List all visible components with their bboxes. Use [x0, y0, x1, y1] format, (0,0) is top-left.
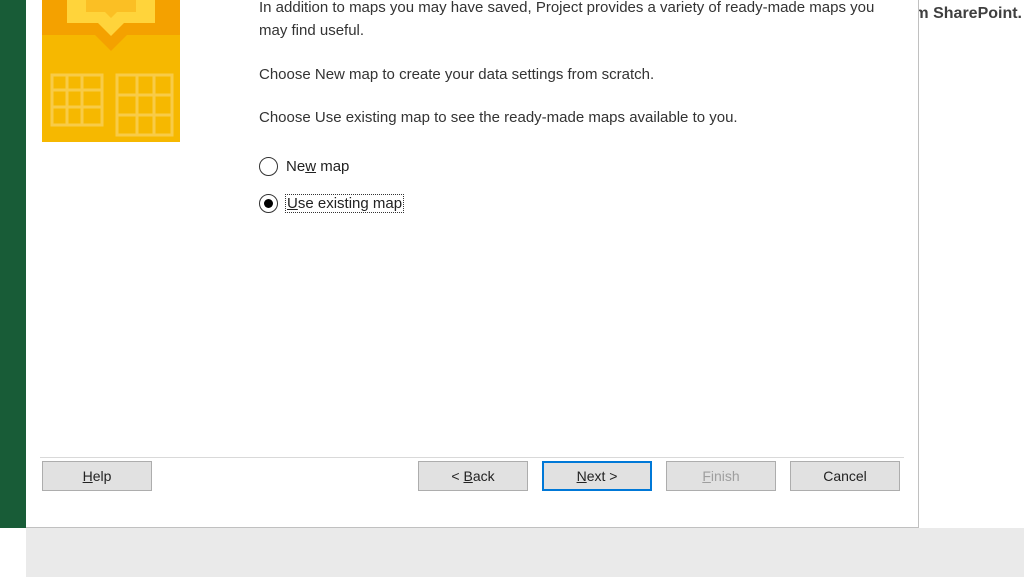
background-text-fragment: m SharePoint. [914, 5, 1022, 23]
button-bar-divider [40, 457, 904, 458]
intro-paragraph: In addition to maps you may have saved, … [259, 0, 896, 43]
radio-unchecked-icon [259, 157, 278, 176]
new-map-radio[interactable]: New map [259, 157, 896, 176]
use-existing-map-label: Use existing map [286, 195, 403, 212]
choose-new-paragraph: Choose New map to create your data setti… [259, 63, 896, 86]
wizard-content: In addition to maps you may have saved, … [259, 0, 896, 231]
cancel-button[interactable]: Cancel [790, 461, 900, 491]
app-accent-bar [0, 0, 26, 528]
map-options-group: New map Use existing map [259, 157, 896, 213]
choose-existing-paragraph: Choose Use existing map to see the ready… [259, 106, 896, 129]
next-button[interactable]: Next > [542, 461, 652, 491]
finish-button: Finish [666, 461, 776, 491]
radio-checked-icon [259, 194, 278, 213]
help-button[interactable]: Help [42, 461, 152, 491]
app-background [26, 528, 1024, 577]
wizard-sidebar-illustration [42, 0, 180, 142]
use-existing-map-radio[interactable]: Use existing map [259, 194, 896, 213]
back-button[interactable]: < Back [418, 461, 528, 491]
wizard-dialog: In addition to maps you may have saved, … [26, 0, 919, 528]
new-map-label: New map [286, 158, 349, 175]
